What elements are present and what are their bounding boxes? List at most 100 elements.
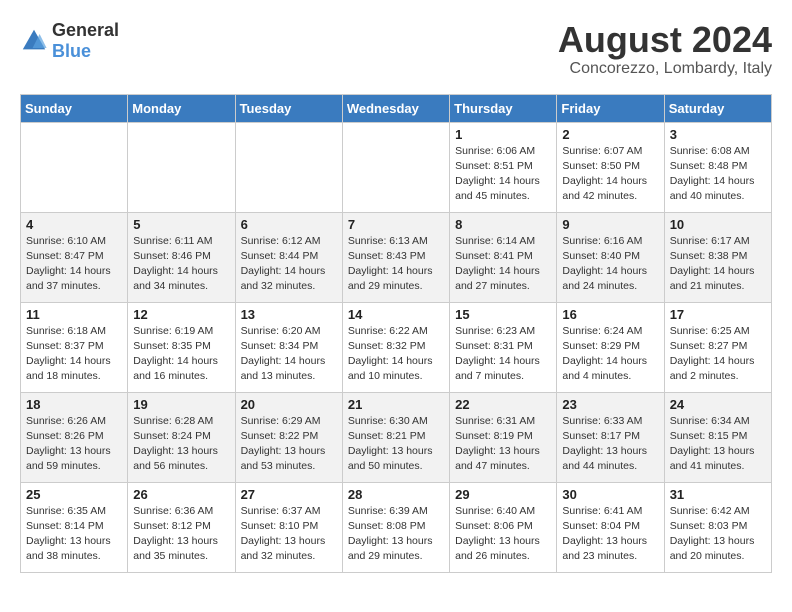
page-header: General Blue August 2024 Concorezzo, Lom… <box>20 20 772 78</box>
day-number: 15 <box>455 307 551 322</box>
day-number: 27 <box>241 487 337 502</box>
day-cell: 29 Sunrise: 6:40 AM Sunset: 8:06 PM Dayli… <box>450 482 557 572</box>
day-cell: 26 Sunrise: 6:36 AM Sunset: 8:12 PM Dayli… <box>128 482 235 572</box>
day-info: Sunrise: 6:33 AM Sunset: 8:17 PM Dayligh… <box>562 414 658 475</box>
day-header-saturday: Saturday <box>664 94 771 122</box>
day-info: Sunrise: 6:14 AM Sunset: 8:41 PM Dayligh… <box>455 234 551 295</box>
day-info: Sunrise: 6:17 AM Sunset: 8:38 PM Dayligh… <box>670 234 766 295</box>
day-cell: 28 Sunrise: 6:39 AM Sunset: 8:08 PM Dayli… <box>342 482 449 572</box>
day-cell: 8Sunrise: 6:14 AM Sunset: 8:41 PM Daylig… <box>450 212 557 302</box>
day-number: 12 <box>133 307 229 322</box>
day-cell: 11 Sunrise: 6:18 AM Sunset: 8:37 PM Dayli… <box>21 302 128 392</box>
day-number: 29 <box>455 487 551 502</box>
day-number: 16 <box>562 307 658 322</box>
day-cell: 10 Sunrise: 6:17 AM Sunset: 8:38 PM Dayli… <box>664 212 771 302</box>
day-cell: 3 Sunrise: 6:08 AM Sunset: 8:48 PM Daylig… <box>664 122 771 212</box>
day-info: Sunrise: 6:31 AM Sunset: 8:19 PM Dayligh… <box>455 414 551 475</box>
day-cell: 19Sunrise: 6:28 AM Sunset: 8:24 PM Dayli… <box>128 392 235 482</box>
day-header-thursday: Thursday <box>450 94 557 122</box>
day-number: 4 <box>26 217 122 232</box>
month-year: August 2024 <box>558 20 772 60</box>
day-info: Sunrise: 6:13 AM Sunset: 8:43 PM Dayligh… <box>348 234 444 295</box>
title-block: August 2024 Concorezzo, Lombardy, Italy <box>558 20 772 78</box>
day-info: Sunrise: 6:10 AM Sunset: 8:47 PM Dayligh… <box>26 234 122 295</box>
day-info: Sunrise: 6:24 AM Sunset: 8:29 PM Dayligh… <box>562 324 658 385</box>
day-number: 23 <box>562 397 658 412</box>
day-number: 3 <box>670 127 766 142</box>
day-number: 6 <box>241 217 337 232</box>
day-info: Sunrise: 6:35 AM Sunset: 8:14 PM Dayligh… <box>26 504 122 565</box>
day-info: Sunrise: 6:06 AM Sunset: 8:51 PM Dayligh… <box>455 144 551 205</box>
day-cell: 9Sunrise: 6:16 AM Sunset: 8:40 PM Daylig… <box>557 212 664 302</box>
day-header-monday: Monday <box>128 94 235 122</box>
day-number: 10 <box>670 217 766 232</box>
day-cell: 23 Sunrise: 6:33 AM Sunset: 8:17 PM Dayli… <box>557 392 664 482</box>
day-cell: 13 Sunrise: 6:20 AM Sunset: 8:34 PM Dayli… <box>235 302 342 392</box>
week-row-2: 4 Sunrise: 6:10 AM Sunset: 8:47 PM Daylig… <box>21 212 772 302</box>
day-info: Sunrise: 6:30 AM Sunset: 8:21 PM Dayligh… <box>348 414 444 475</box>
day-cell: 16 Sunrise: 6:24 AM Sunset: 8:29 PM Dayli… <box>557 302 664 392</box>
week-row-1: 1Sunrise: 6:06 AM Sunset: 8:51 PM Daylig… <box>21 122 772 212</box>
day-info: Sunrise: 6:18 AM Sunset: 8:37 PM Dayligh… <box>26 324 122 385</box>
day-number: 2 <box>562 127 658 142</box>
day-header-tuesday: Tuesday <box>235 94 342 122</box>
day-info: Sunrise: 6:37 AM Sunset: 8:10 PM Dayligh… <box>241 504 337 565</box>
day-cell: 20Sunrise: 6:29 AM Sunset: 8:22 PM Dayli… <box>235 392 342 482</box>
day-number: 18 <box>26 397 122 412</box>
week-row-4: 18 Sunrise: 6:26 AM Sunset: 8:26 PM Dayli… <box>21 392 772 482</box>
day-cell: 15 Sunrise: 6:23 AM Sunset: 8:31 PM Dayli… <box>450 302 557 392</box>
day-cell: 22 Sunrise: 6:31 AM Sunset: 8:19 PM Dayli… <box>450 392 557 482</box>
day-header-friday: Friday <box>557 94 664 122</box>
day-header-sunday: Sunday <box>21 94 128 122</box>
week-row-3: 11 Sunrise: 6:18 AM Sunset: 8:37 PM Dayli… <box>21 302 772 392</box>
day-cell: 4 Sunrise: 6:10 AM Sunset: 8:47 PM Daylig… <box>21 212 128 302</box>
day-header-row: SundayMondayTuesdayWednesdayThursdayFrid… <box>21 94 772 122</box>
day-number: 22 <box>455 397 551 412</box>
day-info: Sunrise: 6:39 AM Sunset: 8:08 PM Dayligh… <box>348 504 444 565</box>
day-cell: 30 Sunrise: 6:41 AM Sunset: 8:04 PM Dayli… <box>557 482 664 572</box>
day-info: Sunrise: 6:22 AM Sunset: 8:32 PM Dayligh… <box>348 324 444 385</box>
logo: General Blue <box>20 20 119 62</box>
day-number: 24 <box>670 397 766 412</box>
day-number: 17 <box>670 307 766 322</box>
day-cell <box>342 122 449 212</box>
day-cell: 2Sunrise: 6:07 AM Sunset: 8:50 PM Daylig… <box>557 122 664 212</box>
day-info: Sunrise: 6:36 AM Sunset: 8:12 PM Dayligh… <box>133 504 229 565</box>
day-cell: 1Sunrise: 6:06 AM Sunset: 8:51 PM Daylig… <box>450 122 557 212</box>
day-cell: 18 Sunrise: 6:26 AM Sunset: 8:26 PM Dayli… <box>21 392 128 482</box>
day-number: 13 <box>241 307 337 322</box>
day-number: 30 <box>562 487 658 502</box>
day-info: Sunrise: 6:25 AM Sunset: 8:27 PM Dayligh… <box>670 324 766 385</box>
day-info: Sunrise: 6:40 AM Sunset: 8:06 PM Dayligh… <box>455 504 551 565</box>
day-info: Sunrise: 6:08 AM Sunset: 8:48 PM Dayligh… <box>670 144 766 205</box>
day-number: 11 <box>26 307 122 322</box>
day-cell: 25Sunrise: 6:35 AM Sunset: 8:14 PM Dayli… <box>21 482 128 572</box>
day-number: 31 <box>670 487 766 502</box>
calendar-table: SundayMondayTuesdayWednesdayThursdayFrid… <box>20 94 772 573</box>
day-info: Sunrise: 6:42 AM Sunset: 8:03 PM Dayligh… <box>670 504 766 565</box>
day-cell <box>21 122 128 212</box>
day-cell: 31 Sunrise: 6:42 AM Sunset: 8:03 PM Dayli… <box>664 482 771 572</box>
location: Concorezzo, Lombardy, Italy <box>558 60 772 78</box>
day-number: 7 <box>348 217 444 232</box>
day-cell: 27 Sunrise: 6:37 AM Sunset: 8:10 PM Dayli… <box>235 482 342 572</box>
day-cell: 24 Sunrise: 6:34 AM Sunset: 8:15 PM Dayli… <box>664 392 771 482</box>
day-info: Sunrise: 6:41 AM Sunset: 8:04 PM Dayligh… <box>562 504 658 565</box>
day-number: 9 <box>562 217 658 232</box>
day-cell: 6 Sunrise: 6:12 AM Sunset: 8:44 PM Daylig… <box>235 212 342 302</box>
day-cell: 21Sunrise: 6:30 AM Sunset: 8:21 PM Dayli… <box>342 392 449 482</box>
day-info: Sunrise: 6:34 AM Sunset: 8:15 PM Dayligh… <box>670 414 766 475</box>
day-info: Sunrise: 6:26 AM Sunset: 8:26 PM Dayligh… <box>26 414 122 475</box>
day-cell: 14 Sunrise: 6:22 AM Sunset: 8:32 PM Dayli… <box>342 302 449 392</box>
day-cell: 7 Sunrise: 6:13 AM Sunset: 8:43 PM Daylig… <box>342 212 449 302</box>
day-info: Sunrise: 6:23 AM Sunset: 8:31 PM Dayligh… <box>455 324 551 385</box>
week-row-5: 25Sunrise: 6:35 AM Sunset: 8:14 PM Dayli… <box>21 482 772 572</box>
day-info: Sunrise: 6:12 AM Sunset: 8:44 PM Dayligh… <box>241 234 337 295</box>
day-number: 28 <box>348 487 444 502</box>
logo-text-general: General <box>52 20 119 40</box>
day-number: 26 <box>133 487 229 502</box>
day-cell <box>128 122 235 212</box>
day-info: Sunrise: 6:20 AM Sunset: 8:34 PM Dayligh… <box>241 324 337 385</box>
day-info: Sunrise: 6:28 AM Sunset: 8:24 PM Dayligh… <box>133 414 229 475</box>
day-number: 14 <box>348 307 444 322</box>
